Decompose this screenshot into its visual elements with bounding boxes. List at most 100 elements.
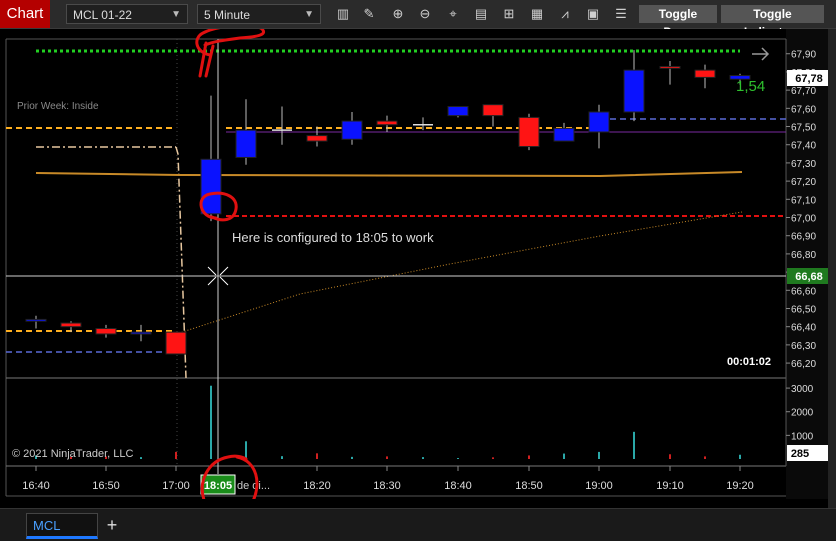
time-tick-label: 18:40 [444,480,472,492]
volume-tick-label: 3000 [791,384,814,395]
price-tick-label: 67,00 [791,214,816,225]
bar-type-icon[interactable]: ▥ [334,5,352,23]
price-tick-label: 67,60 [791,104,816,115]
strategy-icon[interactable]: ⊞ [500,5,518,23]
zoom-in-icon[interactable]: ⊕ [389,5,407,23]
cursor-time-suffix: de di... [237,480,270,492]
time-tick-label: 19:00 [585,480,613,492]
price-chart[interactable]: 67,9067,8067,7067,6067,5067,4067,3067,20… [0,24,836,516]
volume-bar [598,451,600,459]
chart-area[interactable]: 67,9067,8067,7067,6067,5067,4067,3067,20… [0,24,836,516]
bottom-tab-bar: MCL + [0,508,836,541]
time-tick-label: 19:20 [726,480,754,492]
candle-body [623,69,645,113]
candle-body [482,104,504,117]
price-tick-label: 66,60 [791,286,816,297]
volume-bar [140,457,142,459]
pencil-icon[interactable]: ✎ [360,5,378,23]
chart-style-icon[interactable]: ▦ [528,5,546,23]
volume-tick-label: 1000 [791,431,814,442]
volume-bar [210,385,212,459]
instrument-value: MCL 01-22 [73,8,132,22]
chart-title-tab[interactable]: Chart [0,0,50,28]
candle-body [447,106,469,117]
candle-body [694,69,716,78]
price-tick-label: 66,80 [791,250,816,261]
annotation-text: Here is configured to 18:05 to work [232,230,434,245]
candle-body [518,116,540,148]
volume-bar [633,431,635,459]
instrument-selector[interactable]: MCL 01-22 ▼ [66,4,188,24]
time-tick-label: 16:40 [22,480,50,492]
time-tick-label: 19:10 [656,480,684,492]
change-value: 1,54 [736,78,765,95]
volume-bar [739,454,741,459]
volume-bar [492,457,494,459]
candle-body [165,331,187,355]
volume-bar [563,453,565,459]
price-tick-label: 67,10 [791,195,816,206]
add-tab-icon[interactable]: + [104,515,120,535]
volume-tick-label: 2000 [791,408,814,419]
time-tick-label: 16:50 [92,480,120,492]
candle-body [588,111,610,133]
interval-selector[interactable]: 5 Minute ▼ [197,4,321,24]
volume-bar [351,456,353,459]
volume-bar [245,441,247,459]
more-menu-icon[interactable]: ☰ [612,5,630,23]
price-tick-label: 66,20 [791,359,816,370]
bar-countdown: 00:01:02 [727,356,771,368]
price-tick-label: 67,90 [791,50,816,61]
crosshair-price-value: 66,68 [795,271,823,283]
candle-body [130,331,152,335]
last-price-value: 67,78 [795,73,823,85]
volume-current-value: 285 [791,448,809,460]
line-chart-icon[interactable]: ⩘ [556,5,574,23]
prior-week-label: Prior Week: Inside [17,101,99,112]
crosshair-icon[interactable]: ⌖ [444,5,462,23]
interval-value: 5 Minute [204,8,251,22]
volume-bar [175,451,177,459]
vertical-scrollbar[interactable] [828,29,836,509]
price-tick-label: 66,50 [791,304,816,315]
toggle-draw-button[interactable]: Toggle Draw [639,5,717,39]
tab-mcl[interactable]: MCL [26,513,98,539]
price-tick-label: 67,40 [791,141,816,152]
volume-bar [281,456,283,459]
chevron-down-icon: ▼ [171,9,181,20]
time-tick-label: 17:00 [162,480,190,492]
candle-body [306,135,328,142]
properties-icon[interactable]: ▣ [584,5,602,23]
price-tick-label: 66,90 [791,232,816,243]
volume-bar [386,456,388,459]
candle-body [25,318,47,322]
price-tick-label: 67,70 [791,86,816,97]
time-tick-label: 18:20 [303,480,331,492]
cursor-time-value: 18:05 [204,480,232,492]
volume-bar [316,453,318,459]
volume-bar [422,457,424,459]
volume-bar [704,456,706,459]
copyright-label: © 2021 NinjaTrader, LLC [12,448,133,460]
volume-bar [669,454,671,459]
candle-body [376,120,398,126]
candle-body [235,129,257,158]
price-tick-label: 67,20 [791,177,816,188]
candle-body [341,120,363,140]
price-tick-label: 67,50 [791,123,816,134]
toggle-indicators-button[interactable]: Toggle Indicators [721,5,824,39]
time-tick-label: 18:50 [515,480,543,492]
price-tick-label: 66,40 [791,323,816,334]
candle-body [60,322,82,328]
chart-toolbar: Chart MCL 01-22 ▼ 5 Minute ▼ ▥ ✎ ⊕ ⊖ ⌖ ▤… [0,0,836,39]
candle-body [95,328,117,335]
candle-body [659,65,681,69]
volume-bar [528,455,530,459]
data-box-icon[interactable]: ▤ [472,5,490,23]
price-tick-label: 67,30 [791,159,816,170]
candle-body [200,158,222,215]
chevron-down-icon: ▼ [304,9,314,20]
volume-axis[interactable]: 3000 2000 1000 [786,384,814,442]
candle-body [553,127,575,142]
zoom-out-icon[interactable]: ⊖ [416,5,434,23]
